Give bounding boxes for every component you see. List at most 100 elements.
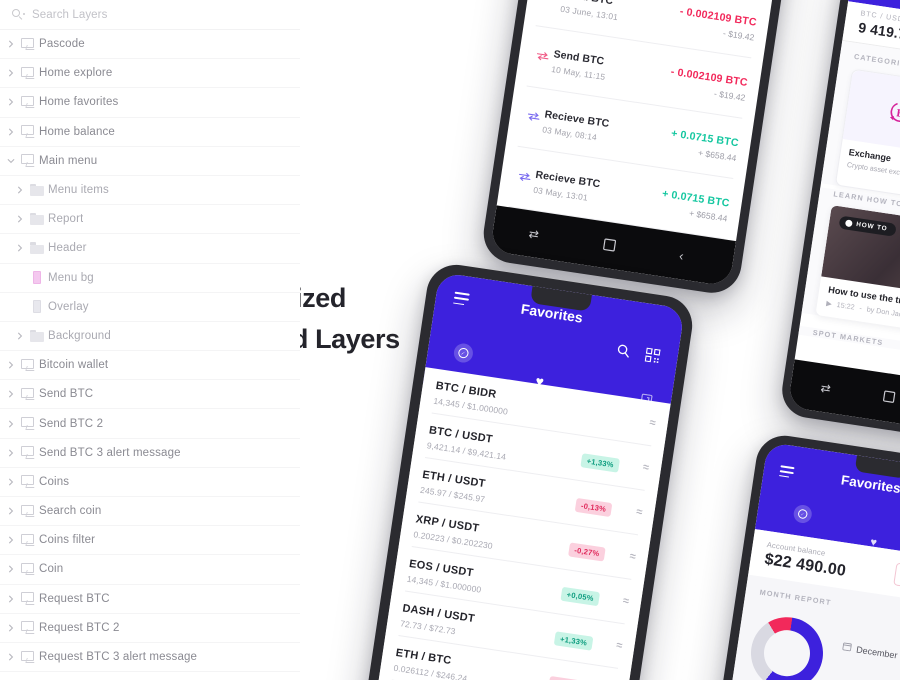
layer-row[interactable]: Overlay [0, 292, 300, 322]
recents-icon[interactable]: ⇄ [528, 227, 540, 242]
layer-row[interactable]: Bitcoin wallet [0, 351, 300, 381]
android-navbar: ⇄ ‹ [787, 359, 900, 437]
screenshot-canvas: Pascode Home explore Home favorites Home ba… [0, 0, 900, 680]
chevron-right-icon[interactable] [14, 186, 26, 194]
month-name: December [855, 643, 899, 660]
recents-icon[interactable]: ⇄ [820, 381, 832, 396]
layer-row[interactable]: Request BTC 2 [0, 613, 300, 643]
layer-row[interactable]: Request BTC [0, 584, 300, 614]
layer-row[interactable]: Coins [0, 467, 300, 497]
folder-icon [26, 184, 48, 196]
layer-row[interactable]: Main menu [0, 146, 300, 176]
chevron-right-icon[interactable] [5, 98, 17, 106]
chevron-right-icon[interactable] [5, 449, 17, 457]
symbol-icon [17, 125, 39, 138]
symbol-icon [17, 446, 39, 459]
transfer-icon [521, 110, 545, 125]
sparkline-icon: ≈ [628, 550, 636, 564]
layer-row[interactable]: Background [0, 321, 300, 352]
category-card-exchange[interactable]: B Exchange Crypto asset exchange [834, 68, 900, 202]
layer-row[interactable]: Send BTC [0, 380, 300, 410]
layer-row[interactable]: Coins filter [0, 526, 300, 556]
symbol-icon [17, 562, 39, 576]
layer-row[interactable]: Menu bg [0, 263, 300, 293]
transfer-icon [512, 171, 536, 186]
symbol-icon [17, 592, 39, 605]
chevron-right-icon[interactable] [5, 69, 17, 77]
layer-row[interactable]: Report [0, 205, 300, 235]
layer-row[interactable]: BTC Address [0, 672, 300, 680]
chevron-right-icon[interactable] [5, 507, 17, 515]
month-selector[interactable]: December [842, 626, 900, 661]
search-input[interactable] [32, 8, 232, 21]
change-badge: -1,13% [548, 675, 586, 680]
chevron-right-icon[interactable] [5, 478, 17, 486]
svg-text:B: B [896, 107, 900, 120]
layer-row-label: Home favorites [39, 96, 119, 109]
layer-row[interactable]: Home favorites [0, 88, 300, 118]
learn-section: LEARN HOW TO HOW TO How to use the tradi… [801, 187, 900, 343]
symbol-icon [17, 37, 39, 51]
favorites-list[interactable]: BTC / BIDR 14,345 / $1.000000 ≈ BTC / USDT 9… [373, 367, 671, 680]
layer-row-label: Menu items [48, 184, 109, 197]
back-icon[interactable]: ‹ [678, 248, 685, 263]
chevron-right-icon[interactable] [5, 40, 17, 48]
home-icon[interactable] [882, 390, 896, 407]
chevron-right-icon[interactable] [14, 332, 26, 340]
chevron-right-icon[interactable] [5, 536, 17, 544]
chevron-right-icon[interactable] [5, 361, 17, 369]
layer-list: Pascode Home explore Home favorites Home ba… [0, 30, 300, 680]
chevron-right-icon[interactable] [5, 420, 17, 428]
video-card[interactable]: HOW TO How to use the trading platform ▶… [815, 205, 900, 341]
layer-row-label: Coin [39, 563, 64, 576]
chevron-right-icon[interactable] [14, 244, 26, 252]
favorites-phone: Favorites ♥ BTC / BIDR 14,345 / $1.00000… [361, 260, 697, 680]
video-duration: 15:22 [836, 299, 856, 312]
chevron-right-icon[interactable] [5, 565, 17, 573]
chevron-right-icon[interactable] [5, 653, 17, 661]
chevron-right-icon[interactable] [5, 624, 17, 632]
home-icon[interactable] [602, 238, 617, 256]
symbol-icon [17, 358, 39, 372]
layer-row[interactable]: Search coin [0, 497, 300, 527]
layer-row-label: Send BTC 3 alert message [39, 446, 181, 459]
layer-row[interactable]: Coin [0, 555, 300, 585]
compass-icon[interactable] [452, 342, 475, 364]
rect-icon [26, 300, 48, 314]
qr-scan-icon[interactable] [644, 347, 661, 369]
layer-row[interactable]: Home explore [0, 59, 300, 89]
chevron-down-icon[interactable] [5, 157, 17, 165]
layer-row[interactable]: Request BTC 3 alert message [0, 642, 300, 673]
rect-icon-pink [26, 271, 48, 285]
layer-row-label: Request BTC [39, 592, 110, 605]
layer-row[interactable]: Pascode [0, 30, 300, 60]
search-layers-row[interactable] [0, 0, 300, 30]
layer-row-label: Menu bg [48, 271, 94, 284]
compass-icon[interactable] [792, 503, 813, 525]
folder-icon [26, 329, 48, 342]
chevron-right-icon[interactable] [14, 215, 26, 223]
layer-row[interactable]: Menu items [0, 175, 300, 206]
symbol-icon [17, 475, 39, 488]
withdraw-button[interactable]: WITHDRAW [893, 561, 900, 596]
hamburger-icon[interactable] [453, 291, 470, 307]
chevron-right-icon[interactable] [5, 390, 17, 398]
change-badge: +1,33% [554, 630, 594, 651]
chevron-right-icon[interactable] [5, 128, 17, 136]
search-icon[interactable] [615, 343, 631, 363]
transaction-list[interactable]: Send BTC11 July, 17:05- 0.043010 BTC- $3… [497, 0, 790, 241]
layer-row-label: Home balance [39, 125, 115, 138]
layers-panel: Pascode Home explore Home favorites Home ba… [0, 0, 300, 680]
hamburger-icon[interactable] [779, 465, 795, 478]
transaction-date: 10 May, 11:15 [550, 63, 607, 82]
sparkline-icon: ≈ [635, 505, 643, 519]
layer-row[interactable]: Send BTC 2 [0, 409, 300, 439]
video-tag: HOW TO [838, 215, 897, 237]
layer-row[interactable]: Header [0, 234, 300, 264]
chevron-right-icon[interactable] [5, 595, 17, 603]
sparkline-icon: ≈ [642, 461, 649, 475]
play-small-icon: ▶ [825, 298, 833, 309]
layer-row[interactable]: Send BTC 3 alert message [0, 438, 300, 468]
layer-row-label: Send BTC [39, 388, 94, 401]
layer-row[interactable]: Home balance [0, 117, 300, 147]
